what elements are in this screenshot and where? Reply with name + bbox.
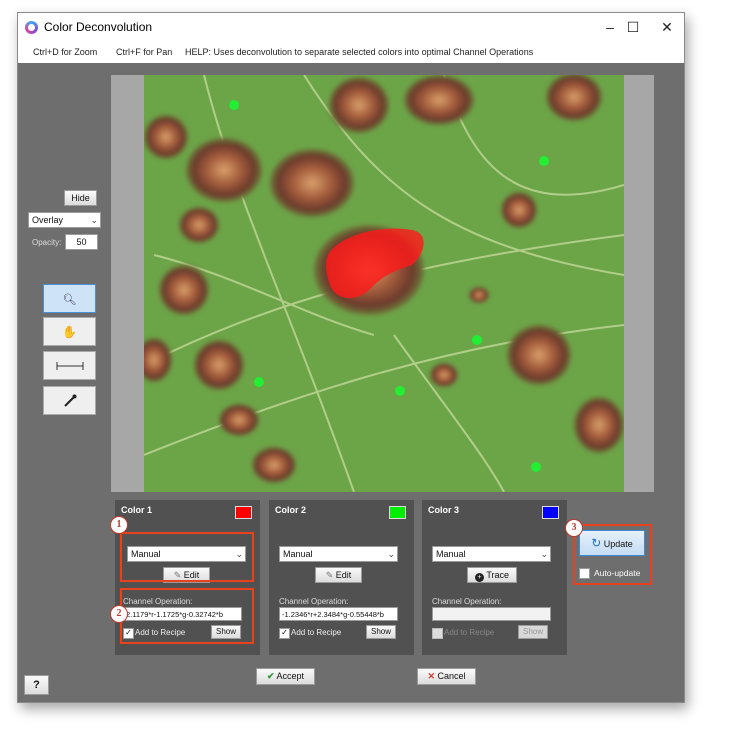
app-icon [25,21,38,34]
chevron-down-icon: ⌄ [540,549,548,559]
eyedropper-icon [63,394,76,407]
color-2-edit-label: Edit [335,570,352,580]
color-1-swatch[interactable] [235,506,252,519]
color-3-swatch[interactable] [542,506,559,519]
image-viewport[interactable] [111,75,654,492]
color-2-mode-value: Manual [283,549,313,559]
color-3-panel: Color 3 Manual ⌄ + Trace Channel Operati… [422,500,567,655]
sample-point[interactable] [395,386,405,396]
zoom-tool-button[interactable]: 🔍︎ [43,284,96,313]
step-badge-1: 1 [110,516,128,534]
leaf-image-canvas [144,75,624,492]
leaf-image[interactable] [144,75,624,492]
color-3-mode-select[interactable]: Manual ⌄ [432,546,551,562]
pencil-icon: ✎ [325,570,334,580]
step-badge-3: 3 [565,519,583,537]
color-3-mode-value: Manual [436,549,466,559]
color-2-channel-op[interactable]: -1.2346*r+2.3484*g-0.55448*b [279,607,398,621]
color-1-title: Color 1 [121,505,153,515]
color-2-swatch[interactable] [389,506,406,519]
pan-hint: Ctrl+F for Pan [116,47,173,57]
highlight-2 [120,588,254,644]
trace-icon: + [474,573,484,582]
color-3-trace-label: Trace [486,570,509,580]
opacity-input[interactable]: 50 [65,234,98,250]
close-button[interactable]: ✕ [652,16,682,38]
step-badge-2: 2 [110,605,128,623]
checkmark-icon: ✔ [266,671,275,681]
zoom-hint: Ctrl+D for Zoom [33,47,98,57]
sample-point[interactable] [229,100,239,110]
chevron-down-icon: ⌄ [387,549,395,559]
sample-point[interactable] [472,335,482,345]
accept-button[interactable]: ✔ Accept [256,668,315,685]
color-2-edit-button[interactable]: ✎ Edit [315,567,362,583]
color-2-title: Color 2 [275,505,307,515]
color-2-panel: Color 2 Manual ⌄ ✎ Edit Channel Operatio… [269,500,414,655]
highlight-3 [573,524,652,585]
color-2-show-button[interactable]: Show [366,625,396,639]
dialog-body: Hide Overlay ⌄ Opacity: 50 🔍︎ ✋ Color 1 … [18,63,684,702]
sample-point[interactable] [539,156,549,166]
overlay-select-value: Overlay [32,215,64,225]
color-2-add-label: Add to Recipe [291,628,342,637]
zoom-icon: 🔍︎ [62,294,77,306]
color-3-trace-button[interactable]: + Trace [467,567,517,583]
color-3-title: Color 3 [428,505,460,515]
color-3-channel-op[interactable] [432,607,551,621]
color-2-channel-label: Channel Operation: [279,597,349,606]
maximize-button[interactable]: ☐ [618,16,648,38]
hand-icon: ✋ [62,325,77,339]
help-text: HELP: Uses deconvolution to separate sel… [185,47,534,57]
cancel-label: Cancel [437,671,466,681]
cancel-button[interactable]: ✕ Cancel [417,668,476,685]
pan-tool-button[interactable]: ✋ [43,317,96,346]
title-bar: Color Deconvolution – ☐ ✕ [18,13,684,43]
color-3-show-button[interactable]: Show [518,625,548,639]
measure-icon [56,362,83,370]
hint-bar: Ctrl+D for Zoom Ctrl+F for Pan HELP: Use… [18,43,684,63]
measure-tool-button[interactable] [43,351,96,380]
hide-button[interactable]: Hide [64,190,97,206]
color-3-channel-label: Channel Operation: [432,597,502,606]
eyedropper-tool-button[interactable] [43,386,96,415]
highlight-1 [120,532,254,582]
opacity-label: Opacity: [32,238,62,247]
color-3-add-checkbox[interactable] [432,628,443,639]
window-title: Color Deconvolution [44,20,153,34]
accept-label: Accept [276,671,305,681]
overlay-select[interactable]: Overlay ⌄ [28,212,101,228]
color-3-add-label: Add to Recipe [444,628,495,637]
color-2-mode-select[interactable]: Manual ⌄ [279,546,398,562]
help-button[interactable]: ? [24,675,49,695]
cancel-x-icon: ✕ [427,671,435,681]
sample-point[interactable] [531,462,541,472]
color-2-add-checkbox[interactable]: ✓ [279,628,290,639]
color-deconvolution-window: Color Deconvolution – ☐ ✕ Ctrl+D for Zoo… [17,12,685,703]
chevron-down-icon: ⌄ [90,215,98,225]
sample-point[interactable] [254,377,264,387]
